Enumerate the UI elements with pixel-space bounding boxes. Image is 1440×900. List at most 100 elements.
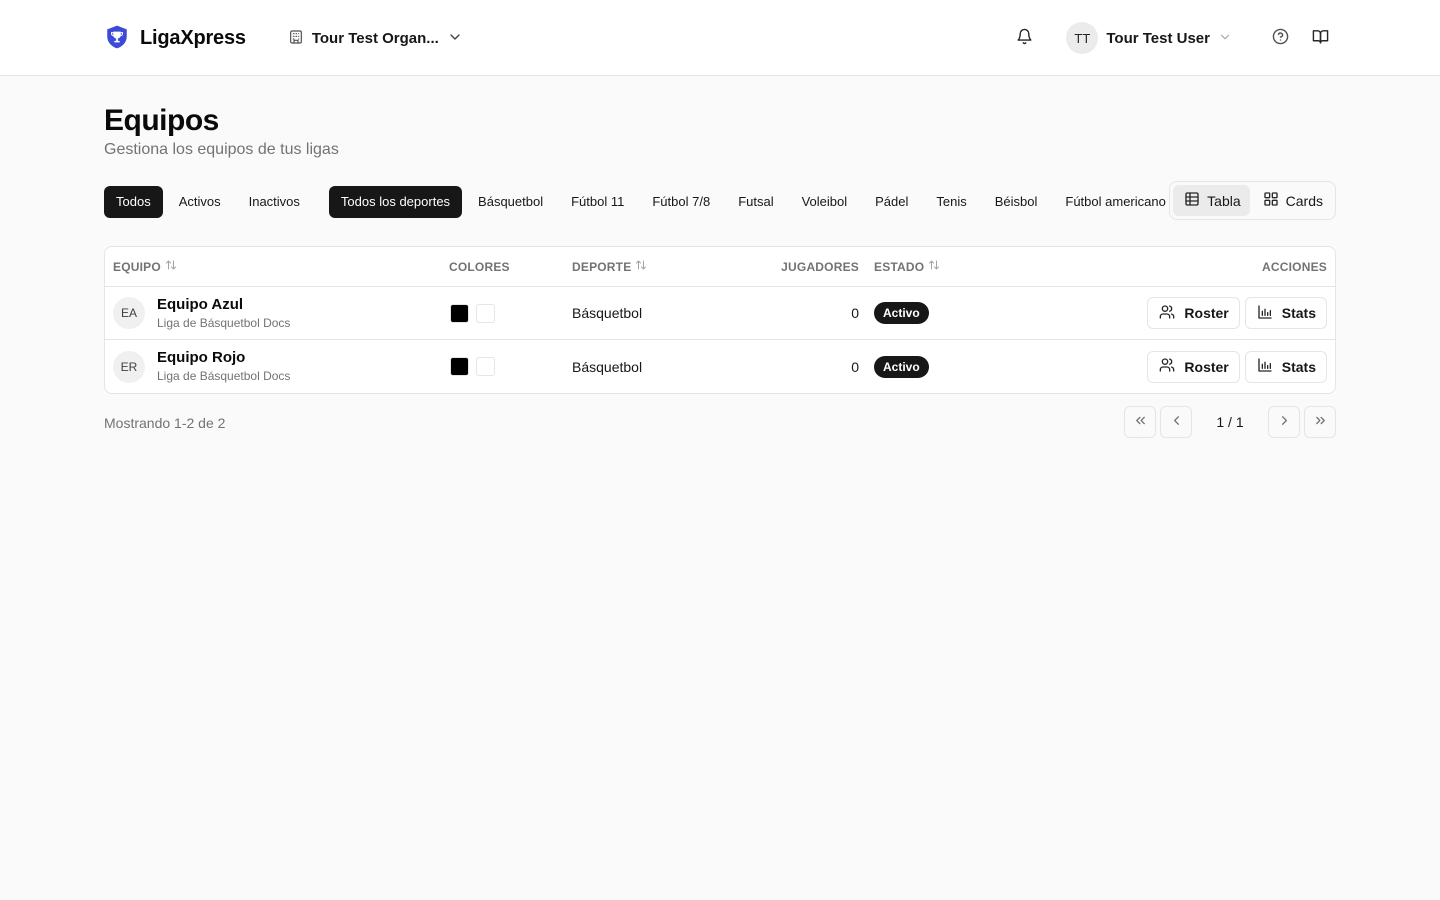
page-subtitle: Gestiona los equipos de tus ligas — [104, 141, 339, 158]
team-avatar: EA — [113, 297, 145, 329]
column-colors: COLORES — [449, 260, 510, 274]
help-circle-icon — [1272, 28, 1289, 48]
primary-color-swatch — [450, 303, 469, 323]
roster-button-label: Roster — [1184, 358, 1229, 375]
filter-sport-all[interactable]: Todos los deportes — [328, 186, 463, 218]
players-cell: 0 — [851, 358, 859, 375]
status-cell: Activo — [874, 287, 929, 339]
sport-cell: Básquetbol — [572, 305, 643, 321]
team-name[interactable]: Equipo Rojo — [157, 349, 290, 367]
secondary-color-swatch — [476, 357, 495, 376]
user-menu[interactable]: TT Tour Test User — [1066, 22, 1232, 54]
column-sport-label: DEPORTE — [572, 259, 632, 274]
last-page-button[interactable] — [1304, 406, 1336, 438]
layout-grid-icon — [1263, 191, 1279, 210]
chevrons-left-icon — [1133, 413, 1148, 431]
bar-chart-icon — [1257, 357, 1273, 376]
view-cards-button[interactable]: Cards — [1252, 185, 1332, 216]
users-icon — [1159, 304, 1175, 323]
shield-trophy-logo-icon — [104, 24, 130, 53]
table-grid-icon — [1184, 191, 1200, 210]
table-row[interactable]: ER Equipo Rojo Liga de Básquetbol Docs B… — [105, 340, 1335, 393]
chevron-down-icon — [1218, 30, 1232, 47]
column-players: JUGADORES — [781, 260, 859, 274]
view-table-button[interactable]: Tabla — [1173, 185, 1250, 216]
documentation-button[interactable] — [1304, 22, 1336, 54]
filter-status-active[interactable]: Activos — [167, 186, 233, 218]
team-cell: EA Equipo Azul Liga de Básquetbol Docs — [113, 287, 290, 339]
page-title: Equipos — [104, 104, 219, 137]
filter-bar: Todos Activos Inactivos Todos los deport… — [104, 181, 1336, 221]
help-button[interactable] — [1264, 22, 1296, 54]
filter-sport-futbol-americano[interactable]: Fútbol americano — [1053, 186, 1177, 218]
pagination-summary: Mostrando 1-2 de 2 — [104, 415, 226, 431]
column-actions-label: ACCIONES — [1262, 259, 1327, 274]
page-indicator: 1 / 1 — [1216, 414, 1244, 430]
sort-icon — [928, 259, 940, 274]
stats-button-label: Stats — [1281, 305, 1316, 321]
column-sport[interactable]: DEPORTE — [572, 259, 647, 274]
status-badge: Activo — [874, 302, 929, 324]
chevrons-right-icon — [1313, 413, 1328, 431]
filter-sport-futbol-7-8[interactable]: Fútbol 7/8 — [640, 186, 722, 218]
stats-button-label: Stats — [1281, 358, 1316, 375]
pagination: 1 / 1 — [1124, 406, 1336, 438]
table-header: EQUIPO COLORES DEPORTE JUGADORES ESTADO — [105, 247, 1335, 287]
roster-button[interactable]: Roster — [1147, 297, 1240, 329]
filter-sport-padel[interactable]: Pádel — [863, 186, 920, 218]
book-open-icon — [1312, 28, 1329, 48]
column-team-label: EQUIPO — [113, 259, 161, 274]
organization-name: Tour Test Organ... — [311, 29, 439, 47]
next-page-button[interactable] — [1268, 406, 1300, 438]
filter-sport-beisbol[interactable]: Béisbol — [983, 186, 1050, 218]
column-team[interactable]: EQUIPO — [113, 259, 177, 274]
column-status[interactable]: ESTADO — [874, 259, 940, 274]
column-actions: ACCIONES — [1262, 260, 1327, 274]
team-name[interactable]: Equipo Azul — [157, 296, 290, 314]
colors-cell — [450, 340, 495, 393]
team-cell: ER Equipo Rojo Liga de Básquetbol Docs — [113, 340, 290, 393]
actions-cell: Roster Stats — [1147, 340, 1327, 393]
filter-sport-futsal[interactable]: Futsal — [726, 186, 785, 218]
filter-status-all[interactable]: Todos — [104, 186, 163, 218]
stats-button[interactable]: Stats — [1244, 297, 1327, 329]
team-avatar: ER — [113, 350, 145, 383]
chevron-left-icon — [1169, 413, 1184, 431]
view-table-label: Tabla — [1207, 192, 1241, 209]
roster-button[interactable]: Roster — [1147, 350, 1240, 383]
filter-sport-futbol-11[interactable]: Fútbol 11 — [559, 186, 636, 218]
colors-cell — [450, 287, 495, 339]
view-toggle: Tabla Cards — [1169, 181, 1336, 220]
filter-sport-voleibol[interactable]: Voleibol — [790, 186, 860, 218]
primary-color-swatch — [450, 357, 469, 376]
chevron-down-icon — [447, 29, 463, 48]
building-icon — [288, 29, 304, 48]
users-icon — [1159, 357, 1175, 376]
bell-icon — [1016, 28, 1033, 48]
filter-sport-basquetbol[interactable]: Básquetbol — [466, 186, 555, 218]
organization-selector[interactable]: Tour Test Organ... — [288, 29, 463, 48]
status-cell: Activo — [874, 340, 929, 393]
filter-status-inactive[interactable]: Inactivos — [237, 186, 312, 218]
chevron-right-icon — [1277, 413, 1292, 431]
notifications-button[interactable] — [1008, 22, 1040, 54]
first-page-button[interactable] — [1124, 406, 1156, 438]
column-players-label: JUGADORES — [781, 259, 859, 274]
team-league: Liga de Básquetbol Docs — [157, 315, 291, 330]
bar-chart-icon — [1257, 304, 1273, 323]
sort-icon — [635, 259, 647, 274]
players-cell: 0 — [851, 305, 859, 321]
actions-cell: Roster Stats — [1147, 287, 1327, 339]
stats-button[interactable]: Stats — [1244, 350, 1327, 383]
sport-cell: Básquetbol — [572, 358, 643, 375]
sort-icon — [165, 259, 177, 274]
top-header: LigaXpress Tour Test Organ... TT Tour Te… — [0, 0, 1440, 76]
brand[interactable]: LigaXpress — [104, 24, 246, 53]
status-badge: Activo — [874, 355, 929, 378]
column-colors-label: COLORES — [449, 259, 510, 274]
filter-sport-tenis[interactable]: Tenis — [924, 186, 978, 218]
avatar: TT — [1066, 22, 1099, 54]
table-row[interactable]: EA Equipo Azul Liga de Básquetbol Docs B… — [105, 287, 1335, 340]
previous-page-button[interactable] — [1160, 406, 1192, 438]
teams-table: EQUIPO COLORES DEPORTE JUGADORES ESTADO — [104, 246, 1336, 394]
